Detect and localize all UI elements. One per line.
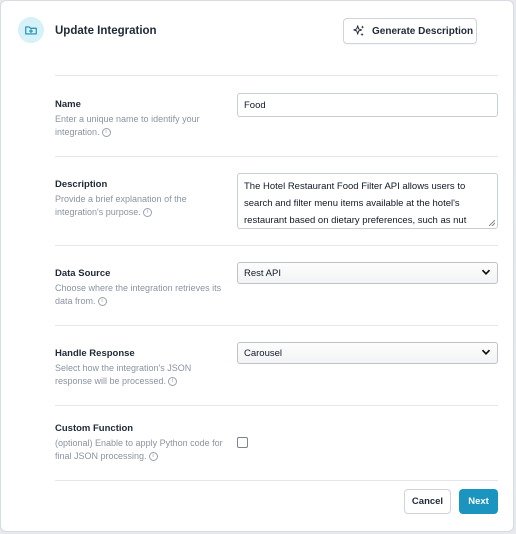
folder-plus-icon [18, 17, 44, 43]
divider [55, 325, 498, 326]
description-line: restaurant based on dietary preferences,… [244, 215, 467, 226]
generate-description-button[interactable]: Generate Description [343, 18, 477, 44]
data-source-help: Choose where the integration retrieves i… [55, 283, 222, 307]
handle-response-label: Handle Response [55, 348, 135, 359]
resize-handle-icon[interactable] [489, 220, 495, 226]
name-label: Name [55, 99, 81, 110]
handle-response-help: Select how the integration's JSON respon… [55, 363, 192, 387]
info-icon[interactable]: i [101, 128, 111, 138]
description-help: Provide a brief explanation of the integ… [55, 194, 187, 218]
dialog-title: Update Integration [55, 25, 157, 37]
divider [55, 405, 498, 406]
update-integration-dialog: Update Integration Generate Description … [0, 0, 514, 532]
data-source-selected: Rest API [244, 267, 281, 279]
name-input[interactable] [237, 93, 498, 117]
cancel-button[interactable]: Cancel [404, 489, 451, 514]
name-help: Enter a unique name to identify your int… [55, 114, 200, 138]
divider [55, 245, 498, 246]
description-label: Description [55, 179, 108, 190]
info-icon[interactable]: i [97, 297, 107, 307]
custom-function-checkbox[interactable] [237, 437, 248, 448]
data-source-select[interactable]: Rest API [237, 262, 498, 284]
handle-response-select[interactable]: Carousel [237, 342, 498, 364]
description-textarea[interactable]: The Hotel Restaurant Food Filter API all… [237, 173, 498, 229]
description-line: The Hotel Restaurant Food Filter API all… [244, 181, 466, 192]
description-line: search and filter menu items available a… [244, 198, 460, 209]
handle-response-selected: Carousel [244, 347, 283, 359]
generate-description-label: Generate Description [372, 25, 474, 37]
chevron-down-icon [481, 267, 491, 280]
info-icon[interactable]: i [168, 377, 178, 387]
info-icon[interactable]: i [142, 208, 152, 218]
info-icon[interactable]: i [148, 452, 158, 462]
divider [55, 156, 498, 157]
data-source-label: Data Source [55, 268, 111, 279]
custom-function-label: Custom Function [55, 423, 134, 434]
divider [55, 75, 498, 76]
custom-function-help: (optional) Enable to apply Python code f… [55, 438, 223, 462]
sparkles-icon [352, 24, 366, 38]
chevron-down-icon [481, 347, 491, 360]
next-button[interactable]: Next [459, 489, 498, 514]
divider [55, 480, 498, 481]
